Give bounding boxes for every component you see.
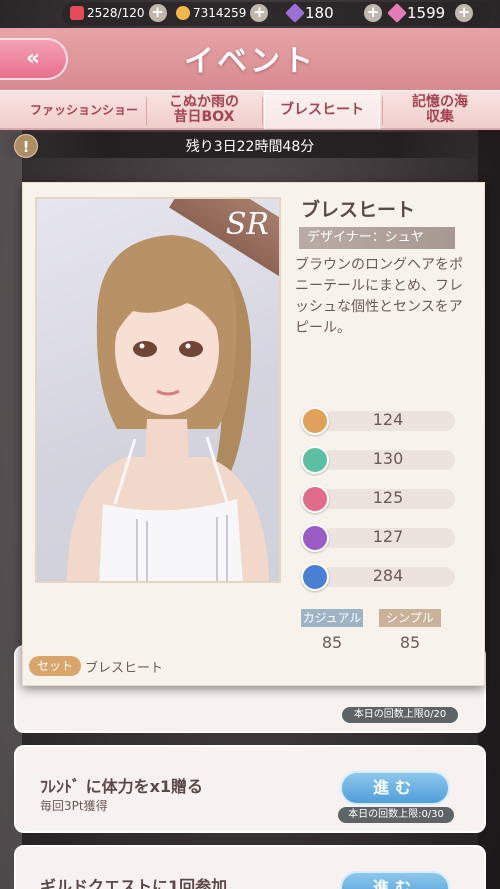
gold-value: 7314259 [193, 6, 247, 20]
task-limit-label: 本日の回数上限0/20 [342, 707, 458, 723]
tab-fashion-show[interactable]: ファッションショー [24, 91, 144, 129]
tab-bar: ファッションショー こぬか雨の 昔日BOX ブレスヒート 記憶の海 収集 [0, 90, 500, 130]
diamond-value: 180 [305, 4, 334, 22]
gold-counter: 7314259 + [176, 4, 269, 22]
diamond-icon [285, 3, 305, 23]
stat-sweet: 125 [301, 485, 455, 513]
tab-konuka-box[interactable]: こぬか雨の 昔日BOX [148, 91, 260, 129]
stat-value: 127 [372, 527, 404, 546]
stamina-value: 2528/120 [87, 6, 145, 20]
task-limit-label: 本日の回数上限:0/30 [338, 807, 454, 823]
task-item-3: ギルドクエストに1回参加 進む [14, 845, 486, 889]
task-item-2: ﾌﾚﾝﾄﾞ に体力をx1贈る 毎回3Pt獲得 進む 本日の回数上限:0/30 [14, 745, 486, 833]
heart-icon [70, 6, 84, 20]
stamina-counter: 2528/120 + [70, 4, 167, 22]
stat-value: 124 [372, 410, 404, 429]
pink-diamond-icon [387, 3, 407, 23]
diamond-counter: 180 [285, 3, 334, 23]
style-value-simple: 85 [399, 633, 421, 652]
page-title: イベント [184, 44, 316, 79]
proceed-button[interactable]: 進む [340, 771, 450, 805]
coin-icon [176, 6, 190, 20]
task-title: ギルドクエストに1回参加 [40, 877, 228, 889]
add-stamina-button[interactable]: + [148, 4, 167, 22]
stat-elegant: 124 [301, 407, 455, 435]
task-subtitle: 毎回3Pt獲得 [40, 799, 108, 813]
stat-value: 130 [372, 449, 404, 468]
tab-divider [382, 97, 383, 125]
star-jewel-value: 1599 [407, 4, 446, 22]
tab-breath-heat[interactable]: ブレスヒート [264, 91, 380, 129]
stat-cool: 284 [301, 563, 455, 591]
stat-value: 284 [372, 566, 404, 585]
item-name: ブレスヒート [301, 199, 416, 221]
tab-label: ファッションショー [29, 102, 138, 117]
designer-label: デザイナー：シュヤ [299, 227, 455, 249]
stat-sexy: 127 [301, 524, 455, 552]
tab-divider [146, 97, 147, 125]
item-description: ブラウンのロングヘアをポニーテールにまとめ、フレッシュな個性とセンスをアピール。 [295, 257, 463, 336]
add-gold-button[interactable]: + [250, 4, 269, 22]
item-detail-card: SR ブレスヒート デザイナー：シュヤ ブラウンのロングヘアをポニーテールにまと… [22, 182, 485, 686]
info-alert-icon[interactable]: ! [14, 134, 38, 158]
tab-divider [262, 97, 263, 125]
stat-fresh: 130 [301, 446, 455, 474]
add-star-jewel-button[interactable]: + [455, 4, 474, 22]
countdown-text: 残り3日22時間48分 [185, 139, 315, 155]
character-portrait: SR [35, 197, 281, 583]
task-title: ﾌﾚﾝﾄﾞ に体力をx1贈る [40, 777, 204, 796]
tab-label: ブレスヒート [280, 101, 364, 118]
star-jewel-counter: + 1599 + [364, 3, 474, 23]
tab-label: 記憶の海 収集 [412, 94, 468, 125]
character-illustration [67, 235, 269, 581]
tab-memory-sea[interactable]: 記憶の海 収集 [384, 91, 496, 129]
stat-value: 125 [372, 488, 404, 507]
proceed-button[interactable]: 進む [340, 871, 450, 889]
style-tag-simple: シンプル [379, 609, 441, 627]
rarity-label: SR [225, 207, 269, 242]
style-value-casual: 85 [321, 633, 343, 652]
set-name: ブレスヒート [85, 661, 164, 676]
tab-label: こぬか雨の 昔日BOX [169, 94, 239, 125]
style-tag-casual: カジュアル [301, 609, 363, 627]
set-badge: セット [29, 656, 81, 676]
add-diamond-button[interactable]: + [364, 4, 382, 22]
